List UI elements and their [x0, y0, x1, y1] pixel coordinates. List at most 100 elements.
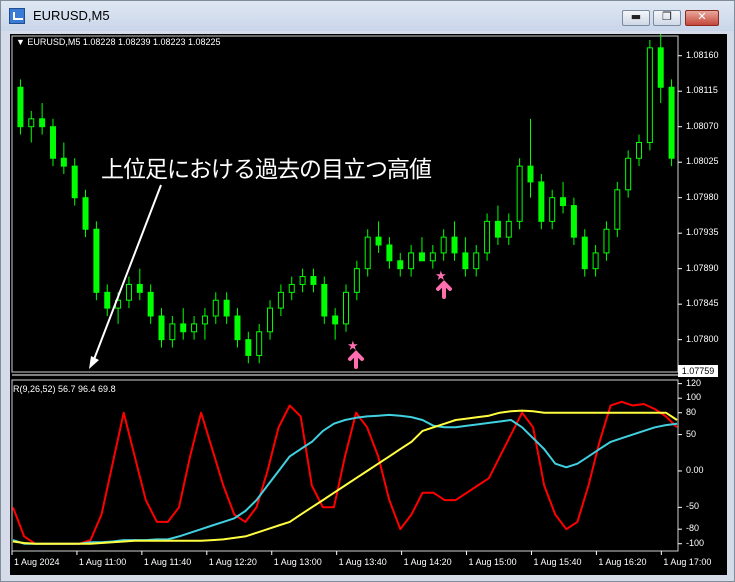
candle-body: [636, 141, 643, 159]
indicator-line-r26: [12, 413, 678, 545]
candle-body: [147, 291, 154, 317]
candle-body: [332, 315, 339, 325]
candle-body: [375, 236, 382, 246]
close-icon: ✕: [697, 10, 707, 23]
time-tick-label: 1 Aug 15:40: [533, 557, 582, 567]
window-title: EURUSD,M5: [33, 8, 110, 23]
candle: [256, 323, 263, 364]
candle: [191, 316, 198, 340]
time-tick-label: 1 Aug 16:20: [598, 557, 647, 567]
candle-body: [440, 236, 447, 254]
indicator-line-r52: [12, 409, 678, 545]
time-tick-label: 1 Aug 13:40: [338, 557, 387, 567]
indicator-line-r9: [12, 400, 678, 545]
candle: [646, 39, 653, 151]
candle: [375, 221, 382, 253]
candle-body: [234, 315, 241, 341]
time-tick-label: 1 Aug 17:00: [663, 557, 712, 567]
candle: [147, 284, 154, 324]
buy-marker: ★: [347, 339, 364, 369]
candle-body: [473, 252, 480, 270]
price-tick-label: 1.08115: [686, 85, 718, 96]
candle-body: [321, 283, 328, 317]
candle-body: [212, 299, 219, 317]
candle-body: [560, 197, 567, 207]
candle-body: [93, 228, 100, 293]
candle-body: [429, 252, 436, 262]
candle-body: [256, 331, 263, 356]
candle: [516, 158, 523, 230]
candle-body: [451, 236, 458, 254]
candle-body: [136, 283, 143, 293]
candle-body: [39, 118, 46, 128]
candle: [201, 308, 208, 340]
candle: [473, 245, 480, 277]
candle: [17, 79, 24, 135]
candle: [397, 252, 404, 277]
candle-body: [570, 205, 577, 238]
candle-body: [625, 157, 632, 191]
candle: [39, 103, 46, 135]
annotation-arrow-line: [92, 184, 162, 363]
candle-body: [657, 47, 664, 88]
buy-marker: ★: [435, 269, 452, 299]
candle: [657, 34, 664, 104]
candle: [288, 276, 295, 301]
candle: [353, 260, 360, 301]
candle-body: [484, 220, 491, 254]
candle-body: [267, 307, 274, 333]
candle-body: [343, 291, 349, 325]
chart-plot[interactable]: ★★: [10, 34, 727, 575]
candle: [28, 110, 35, 143]
time-tick-label: 1 Aug 14:20: [403, 557, 452, 567]
candle: [71, 158, 78, 206]
price-tick-label: 1.08070: [686, 120, 719, 131]
candle: [332, 308, 339, 340]
chart-window-icon: [9, 8, 25, 24]
maximize-button[interactable]: ❐: [653, 10, 681, 26]
indicator-tick-label: 50: [686, 428, 697, 439]
up-arrow-icon: [436, 280, 452, 299]
minimize-icon: ▬: [630, 10, 642, 23]
candle: [343, 284, 349, 332]
close-button[interactable]: ✕: [685, 10, 719, 26]
candle: [386, 237, 393, 269]
candle: [440, 229, 447, 261]
candle-body: [245, 339, 252, 356]
candle-body: [538, 181, 545, 222]
candle: [267, 300, 274, 340]
candle-body: [158, 315, 165, 341]
candle: [310, 268, 317, 293]
candle: [49, 118, 56, 167]
candle-body: [60, 157, 67, 167]
candle: [212, 292, 219, 324]
candle: [321, 276, 328, 324]
annotation-arrow-head: [89, 356, 99, 369]
candle: [581, 229, 588, 277]
price-tick-label: 1.07980: [686, 191, 719, 202]
candle: [538, 174, 545, 230]
minimize-button[interactable]: ▬: [622, 10, 650, 26]
title-bar[interactable]: EURUSD,M5 ▬ ❐ ✕: [1, 1, 734, 31]
candle: [636, 134, 643, 167]
candle: [158, 308, 165, 348]
candle: [570, 197, 577, 246]
price-tick-label: 1.08160: [686, 49, 719, 60]
candle: [560, 181, 567, 214]
candle: [136, 268, 143, 301]
time-tick-label: 1 Aug 13:00: [273, 557, 322, 567]
candle: [494, 205, 501, 246]
candle: [234, 308, 241, 348]
candle-body: [17, 86, 24, 128]
candle: [82, 189, 89, 238]
candle-body: [549, 197, 556, 222]
candle-body: [201, 315, 208, 325]
up-arrow-icon: [348, 350, 364, 369]
candle-body: [418, 252, 425, 262]
chart-area[interactable]: ★ ★ ▼ EURUSD,M5 1.08228 1.08239 1.08223 1…: [10, 34, 727, 575]
candle-body: [592, 252, 599, 270]
candle-body: [169, 323, 176, 341]
candle: [462, 237, 469, 277]
indicator-tick-label: -80: [686, 523, 700, 534]
candle-body: [28, 118, 35, 128]
